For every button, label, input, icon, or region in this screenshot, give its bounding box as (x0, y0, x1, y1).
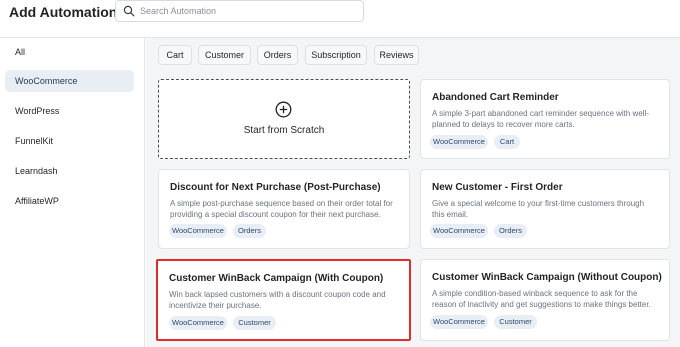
tag-woocommerce: WooCommerce (430, 224, 488, 238)
sidebar-item-affiliatewp[interactable]: AffiliateWP (5, 190, 134, 212)
sidebar-item-all[interactable]: All (5, 41, 134, 63)
tag-customer: Customer (233, 316, 276, 330)
card-title: Abandoned Cart Reminder (432, 92, 559, 103)
start-from-scratch-label: Start from Scratch (243, 125, 325, 136)
card-description: Win back lapsed customers with a discoun… (169, 290, 386, 310)
page-title: Add Automation (9, 4, 118, 20)
card-title: Customer WinBack Campaign (Without Coupo… (432, 272, 662, 283)
filter-chip-reviews[interactable]: Reviews (374, 45, 419, 65)
tag-customer: Customer (494, 315, 537, 329)
template-card-new-customer[interactable]: New Customer - First Order Give a specia… (420, 169, 670, 249)
template-card-abandoned-cart[interactable]: Abandoned Cart Reminder A simple 3-part … (420, 79, 670, 159)
filter-chip-subscription[interactable]: Subscription (305, 45, 367, 65)
card-description: A simple post-purchase sequence based on… (170, 199, 393, 219)
card-title: Customer WinBack Campaign (With Coupon) (169, 273, 384, 284)
category-sidebar: All WooCommerce WordPress FunnelKit Lear… (0, 38, 145, 347)
card-title: New Customer - First Order (432, 182, 563, 193)
search-box[interactable] (115, 0, 364, 22)
template-card-winback-without-coupon[interactable]: Customer WinBack Campaign (Without Coupo… (420, 259, 670, 341)
template-card-discount-next-purchase[interactable]: Discount for Next Purchase (Post-Purchas… (158, 169, 410, 249)
tag-orders: Orders (233, 224, 266, 238)
tag-woocommerce: WooCommerce (430, 135, 488, 149)
search-icon (123, 5, 135, 17)
filter-chip-cart[interactable]: Cart (158, 45, 192, 65)
tag-orders: Orders (494, 224, 527, 238)
card-description: Give a special welcome to your first-tim… (432, 199, 645, 219)
sidebar-item-funnelkit[interactable]: FunnelKit (5, 130, 134, 152)
tag-woocommerce: WooCommerce (430, 315, 488, 329)
card-title: Discount for Next Purchase (Post-Purchas… (170, 182, 381, 193)
sidebar-item-learndash[interactable]: Learndash (5, 160, 134, 182)
tag-cart: Cart (494, 135, 520, 149)
card-description: A simple condition-based winback sequenc… (432, 289, 651, 309)
tag-woocommerce: WooCommerce (169, 224, 227, 238)
template-card-winback-with-coupon[interactable]: Customer WinBack Campaign (With Coupon) … (156, 259, 411, 341)
search-input[interactable] (140, 3, 360, 19)
sidebar-item-wordpress[interactable]: WordPress (5, 100, 134, 122)
plus-circle-icon (275, 101, 292, 118)
start-from-scratch-card[interactable]: Start from Scratch (158, 79, 410, 159)
filter-chip-customer[interactable]: Customer (198, 45, 251, 65)
filter-chip-orders[interactable]: Orders (257, 45, 298, 65)
sidebar-item-woocommerce[interactable]: WooCommerce (5, 70, 134, 92)
tag-woocommerce: WooCommerce (169, 316, 227, 330)
card-description: A simple 3-part abandoned cart reminder … (432, 109, 650, 129)
top-bar: Add Automation (0, 0, 680, 38)
